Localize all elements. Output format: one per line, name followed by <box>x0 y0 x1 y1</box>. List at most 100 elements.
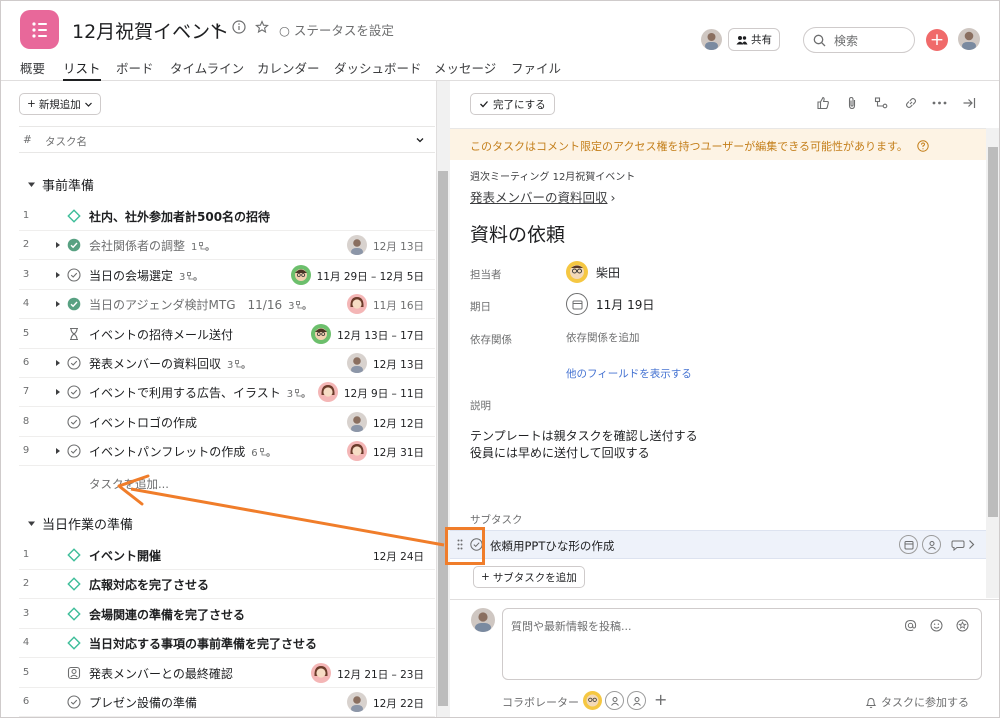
chevron-down-icon[interactable] <box>210 21 222 33</box>
due-date[interactable]: 12月 31日 <box>373 445 424 460</box>
due-date[interactable]: 12月 13日 <box>373 357 424 372</box>
task-row[interactable]: 6 発表メンバーの資料回収 3 12月 13日 <box>19 349 435 378</box>
due-date[interactable]: 11月 16日 <box>373 298 424 313</box>
create-plus-button[interactable]: + <box>926 29 948 51</box>
due-date[interactable]: 12月 22日 <box>373 696 424 711</box>
add-collaborator-icon[interactable]: + <box>654 690 667 709</box>
task-name[interactable]: イベントロゴの作成 <box>89 414 197 431</box>
parent-task-name[interactable]: 発表メンバーの資料回収 <box>470 190 608 205</box>
tab-overview[interactable]: 概要 <box>20 58 45 77</box>
section-header[interactable]: 事前準備 <box>27 175 94 194</box>
assignee-field[interactable]: 柴田 <box>566 261 620 283</box>
due-date[interactable]: 12月 24日 <box>373 549 424 564</box>
comment-input[interactable]: 質問や最新情報を投稿... <box>502 608 982 680</box>
task-row[interactable]: 2 会社関係者の調整 1 12月 13日 <box>19 231 435 261</box>
check-circle-icon[interactable] <box>67 695 81 709</box>
assignee-avatar[interactable] <box>347 353 367 373</box>
chevron-down-icon[interactable] <box>415 135 425 145</box>
task-name[interactable]: 広報対応を完了させる <box>89 576 209 593</box>
mention-icon[interactable] <box>904 619 917 632</box>
task-row[interactable]: 4 当日対応する事項の事前準備を完了させる <box>19 629 435 659</box>
tab-timeline[interactable]: タイムライン <box>170 58 244 77</box>
more-icon[interactable] <box>932 101 947 105</box>
assignee-avatar[interactable] <box>311 662 331 683</box>
collaborator-avatar[interactable] <box>583 691 602 710</box>
task-name[interactable]: イベントで利用する広告、イラスト 3 <box>89 384 305 401</box>
task-name[interactable]: 発表メンバーの資料回収 3 <box>89 355 246 372</box>
chevron-right-icon[interactable] <box>968 539 975 550</box>
task-row[interactable]: 8 イベントロゴの作成 12月 12日 <box>19 408 435 437</box>
join-task-button[interactable]: タスクに参加する <box>865 694 969 710</box>
milestone-icon[interactable] <box>67 548 81 562</box>
due-date[interactable]: 12月 21日 – 23日 <box>337 667 424 682</box>
check-circle-icon[interactable] <box>67 385 81 399</box>
expand-subtasks-icon[interactable] <box>54 359 62 367</box>
check-circle-icon[interactable] <box>67 268 81 282</box>
add-dependency-link[interactable]: 依存関係を追加 <box>566 330 640 345</box>
collaborator-placeholder-icon[interactable] <box>605 691 624 710</box>
collapse-caret-icon[interactable] <box>27 180 36 189</box>
task-row[interactable]: 1 社内、社外参加者計500名の招待 <box>19 202 435 231</box>
assignee-avatar[interactable] <box>311 323 331 344</box>
col-task-name[interactable]: タスク名 <box>45 134 87 149</box>
check-circle-icon[interactable] <box>67 415 81 429</box>
section-header[interactable]: 当日作業の準備 <box>27 514 133 533</box>
comment-icon[interactable] <box>951 539 965 551</box>
approval-icon[interactable] <box>67 666 81 680</box>
milestone-icon[interactable] <box>67 607 81 621</box>
milestone-icon[interactable] <box>67 209 81 223</box>
expand-subtasks-icon[interactable] <box>54 271 62 279</box>
star-icon[interactable] <box>255 20 269 34</box>
expand-subtasks-icon[interactable] <box>54 241 62 249</box>
share-button[interactable]: 共有 <box>728 28 780 51</box>
task-name[interactable]: 当日の会場選定 3 <box>89 267 198 284</box>
due-date[interactable]: 12月 13日 – 17日 <box>337 328 424 343</box>
help-icon[interactable] <box>917 140 930 152</box>
link-icon[interactable] <box>904 96 918 110</box>
add-task-link[interactable]: タスクを追加... <box>89 476 169 492</box>
mark-complete-button[interactable]: 完了にする <box>470 93 555 115</box>
calendar-icon[interactable] <box>899 535 918 554</box>
assignee-avatar[interactable] <box>347 294 367 315</box>
expand-subtasks-icon[interactable] <box>54 388 62 396</box>
tab-list[interactable]: リスト <box>63 58 101 81</box>
task-name[interactable]: 会場関連の準備を完了させる <box>89 606 245 623</box>
project-title[interactable]: 12月祝賀イベント <box>72 17 229 44</box>
project-logo-icon[interactable] <box>20 10 59 49</box>
add-new-button[interactable]: + 新規追加 <box>19 93 101 115</box>
task-name[interactable]: 当日のアジェンダ検討MTG 11/16 3 <box>89 296 307 313</box>
task-name[interactable]: プレゼン設備の準備 <box>89 694 197 711</box>
subtask-icon[interactable] <box>874 96 888 110</box>
task-name[interactable]: イベントパンフレットの作成 6 <box>89 443 270 460</box>
close-pane-icon[interactable] <box>962 96 976 110</box>
check-circle-icon[interactable] <box>67 444 81 458</box>
hourglass-icon[interactable] <box>67 327 81 341</box>
task-name[interactable]: イベント開催 <box>89 547 161 564</box>
set-status-button[interactable]: ○ ステータスを設定 <box>279 20 394 39</box>
show-more-fields-link[interactable]: 他のフィールドを表示する <box>566 366 692 381</box>
subtask-name[interactable]: 依頼用PPTひな形の作成 <box>490 538 614 554</box>
list-scrollbar-thumb[interactable] <box>438 171 448 706</box>
detail-scrollbar-thumb[interactable] <box>988 147 998 517</box>
task-title[interactable]: 資料の依頼 <box>470 220 565 247</box>
parent-task-link[interactable]: 発表メンバーの資料回収 › <box>470 187 616 206</box>
assignee-avatar[interactable] <box>318 382 338 403</box>
star-badge-icon[interactable] <box>956 619 969 632</box>
assignee-avatar[interactable] <box>291 264 311 285</box>
assignee-icon[interactable] <box>922 535 941 554</box>
task-row[interactable]: 9 イベントパンフレットの作成 6 12月 31日 <box>19 437 435 467</box>
add-subtask-button[interactable]: + サブタスクを追加 <box>473 566 585 588</box>
completed-check-icon[interactable] <box>67 297 81 311</box>
tab-messages[interactable]: メッセージ <box>434 58 496 77</box>
task-row[interactable]: 4 当日のアジェンダ検討MTG 11/16 3 11月 16日 <box>19 290 435 320</box>
assignee-avatar[interactable] <box>347 235 367 256</box>
task-row[interactable]: 7 イベントで利用する広告、イラスト 3 12月 9日 – 11日 <box>19 378 435 408</box>
due-date[interactable]: 12月 9日 – 11日 <box>344 386 424 401</box>
check-circle-icon[interactable] <box>67 356 81 370</box>
task-name[interactable]: 当日対応する事項の事前準備を完了させる <box>89 635 317 652</box>
attachment-icon[interactable] <box>845 96 859 110</box>
due-date-field[interactable]: 11月 19日 <box>566 293 654 315</box>
description-text[interactable]: テンプレートは親タスクを確認し送付する 役員には早めに送付して回収する <box>470 428 698 462</box>
assignee-avatar[interactable] <box>347 441 367 462</box>
milestone-icon[interactable] <box>67 577 81 592</box>
